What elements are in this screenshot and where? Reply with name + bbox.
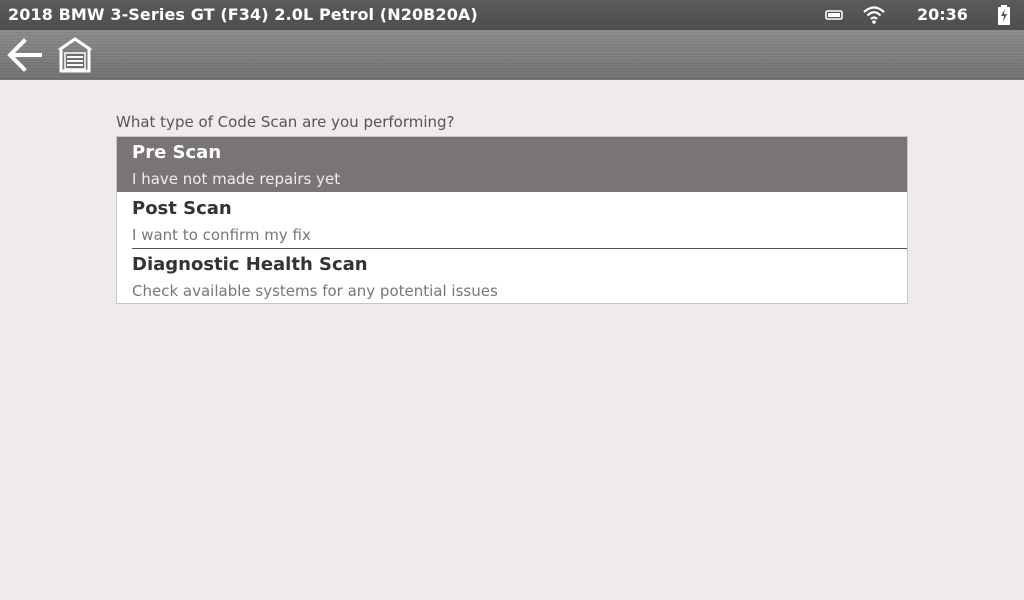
option-subtitle: Check available systems for any potentia… xyxy=(132,282,498,300)
vehicle-title: 2018 BMW 3-Series GT (F34) 2.0L Petrol (… xyxy=(8,5,478,24)
status-bar: 2018 BMW 3-Series GT (F34) 2.0L Petrol (… xyxy=(0,0,1024,30)
toolbar xyxy=(0,30,1024,80)
option-title: Pre Scan xyxy=(132,142,222,163)
option-title: Diagnostic Health Scan xyxy=(132,254,368,275)
option-post-scan[interactable]: Post Scan I want to confirm my fix xyxy=(117,193,907,248)
back-button[interactable] xyxy=(6,38,44,72)
sd-card-icon xyxy=(825,10,843,20)
scan-type-list: Pre Scan I have not made repairs yet Pos… xyxy=(116,136,908,304)
option-subtitle: I want to confirm my fix xyxy=(132,226,311,244)
garage-home-icon xyxy=(58,37,92,73)
clock: 20:36 xyxy=(917,5,968,24)
option-pre-scan[interactable]: Pre Scan I have not made repairs yet xyxy=(117,137,907,192)
back-arrow-icon xyxy=(7,38,42,72)
option-title: Post Scan xyxy=(132,198,232,219)
scan-type-question: What type of Code Scan are you performin… xyxy=(116,113,455,131)
wifi-icon xyxy=(863,6,885,24)
home-button[interactable] xyxy=(56,36,94,74)
option-diagnostic-health-scan[interactable]: Diagnostic Health Scan Check available s… xyxy=(117,249,907,304)
battery-charging-icon xyxy=(998,5,1010,25)
option-subtitle: I have not made repairs yet xyxy=(132,170,341,188)
